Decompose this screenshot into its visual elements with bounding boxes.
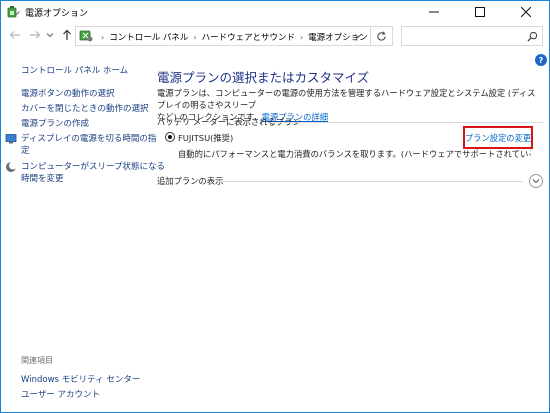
description-text-line1: 電源プランは、コンピューターの電源の使用方法を管理するハードウェア設定とシステム… bbox=[157, 88, 536, 110]
minimize-icon bbox=[429, 11, 439, 13]
search-icon bbox=[526, 31, 537, 42]
navigation-bar: › コントロール パネル › ハードウェアとサウンド › 電源オプション bbox=[1, 23, 549, 49]
sidebar-item-display-off-time[interactable]: ディスプレイの電源を切る時間の指 bbox=[21, 133, 156, 145]
chevron-down-icon bbox=[46, 33, 54, 38]
address-dropdown-button[interactable] bbox=[348, 27, 368, 45]
search-button[interactable] bbox=[525, 29, 539, 43]
back-button[interactable] bbox=[7, 27, 23, 43]
chevron-down-icon bbox=[532, 179, 540, 184]
arrow-up-icon bbox=[63, 29, 71, 40]
section-divider bbox=[219, 181, 523, 182]
moon-icon bbox=[6, 161, 17, 172]
page-title: 電源プランの選択またはカスタマイズ bbox=[157, 70, 370, 85]
help-icon[interactable]: ? bbox=[535, 54, 547, 66]
change-plan-settings-link[interactable]: プラン設定の変更 bbox=[463, 126, 533, 149]
breadcrumb-hardware-and-sound[interactable]: ハードウェアとサウンド bbox=[202, 31, 295, 43]
refresh-icon bbox=[377, 30, 386, 41]
plan-radio-fujitsu[interactable] bbox=[165, 132, 175, 142]
up-button[interactable] bbox=[59, 27, 75, 43]
maximize-button[interactable] bbox=[457, 1, 503, 23]
arrow-right-icon bbox=[30, 31, 41, 39]
recent-locations-button[interactable] bbox=[45, 27, 55, 43]
see-also-mobility-center[interactable]: Windows モビリティ センター bbox=[21, 374, 140, 386]
power-options-icon bbox=[7, 6, 20, 18]
window-title: 電源オプション bbox=[25, 9, 89, 19]
monitor-icon bbox=[5, 134, 17, 144]
sidebar-item-power-button-action[interactable]: 電源ボタンの動作の選択 bbox=[21, 88, 115, 100]
breadcrumb-control-panel[interactable]: コントロール パネル bbox=[109, 31, 188, 43]
close-icon bbox=[521, 7, 531, 17]
close-button[interactable] bbox=[503, 1, 549, 23]
sidebar-item-control-panel-home[interactable]: コントロール パネル ホーム bbox=[21, 65, 128, 77]
chevron-right-icon[interactable]: › bbox=[300, 33, 303, 42]
show-additional-plans-label[interactable]: 追加プランの表示 bbox=[157, 175, 223, 187]
minimize-button[interactable] bbox=[411, 1, 457, 23]
arrow-left-icon bbox=[9, 31, 20, 39]
sidebar-item-display-off-time-cont[interactable]: 定 bbox=[21, 145, 30, 157]
sidebar: コントロール パネル ホーム 電源ボタンの動作の選択 カバーを閉じたときの動作の… bbox=[1, 49, 165, 412]
plan-name[interactable]: FUJITSU(推奨) bbox=[178, 132, 233, 144]
expand-additional-plans-button[interactable] bbox=[529, 174, 543, 188]
section-divider bbox=[273, 122, 543, 123]
search-input[interactable] bbox=[401, 26, 543, 46]
power-options-window: 電源オプション › コントロール パネル › ハードウェアとサウンド › 電源オ… bbox=[0, 0, 550, 413]
address-bar[interactable]: › コントロール パネル › ハードウェアとサウンド › 電源オプション bbox=[75, 26, 393, 46]
chevron-down-icon bbox=[354, 34, 362, 39]
maximize-icon bbox=[475, 7, 485, 17]
sidebar-item-sleep-time[interactable]: コンピューターがスリープ状態になる bbox=[21, 161, 165, 173]
refresh-button[interactable] bbox=[370, 27, 392, 45]
breadcrumb: › コントロール パネル › ハードウェアとサウンド › 電源オプション bbox=[96, 31, 368, 44]
sidebar-item-lid-close-action[interactable]: カバーを閉じたときの動作の選択 bbox=[21, 103, 149, 115]
sidebar-item-sleep-time-cont[interactable]: 時間を変更 bbox=[21, 173, 64, 185]
sidebar-item-create-power-plan[interactable]: 電源プランの作成 bbox=[21, 118, 89, 130]
forward-button[interactable] bbox=[27, 27, 43, 43]
title-bar: 電源オプション bbox=[1, 1, 549, 23]
see-also-user-accounts[interactable]: ユーザー アカウント bbox=[21, 389, 100, 401]
chevron-right-icon[interactable]: › bbox=[193, 33, 196, 42]
control-panel-icon bbox=[79, 30, 93, 42]
chevron-right-icon: › bbox=[101, 32, 105, 42]
see-also-header: 関連項目 bbox=[21, 356, 53, 365]
plan-description: 自動的にパフォーマンスと電力消費のバランスを取ります。(ハードウェアでサポートさ… bbox=[178, 149, 531, 159]
